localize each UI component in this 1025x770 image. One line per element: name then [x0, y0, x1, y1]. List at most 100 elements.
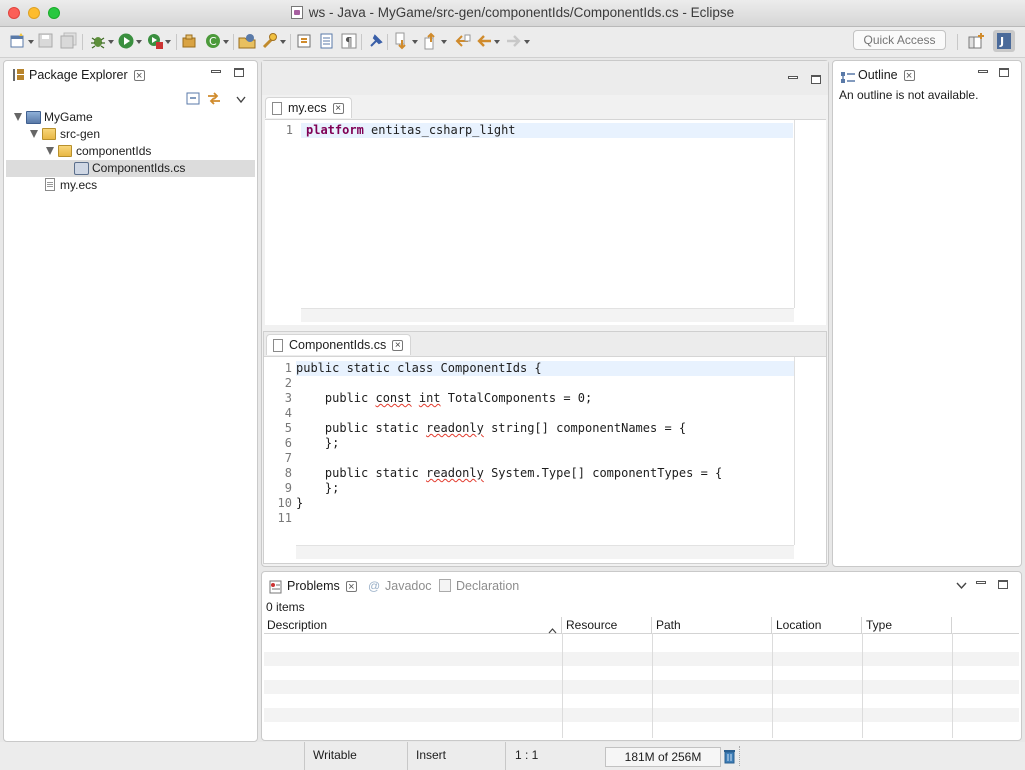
show-whitespace-icon[interactable]: ¶	[340, 32, 358, 50]
tree-item-my-ecs[interactable]: my.ecs	[4, 177, 257, 194]
line-number: 6	[284, 436, 292, 450]
tab-javadoc[interactable]: @ Javadoc	[364, 575, 438, 597]
code-line: 10}	[264, 496, 794, 511]
horizontal-scrollbar[interactable]	[301, 308, 794, 322]
tab-outline[interactable]: Outline ×	[837, 64, 918, 86]
next-annotation-icon[interactable]	[393, 32, 418, 50]
garbage-collect-trash-icon[interactable]	[723, 748, 736, 764]
tab-problems[interactable]: Problems ×	[266, 575, 360, 597]
heap-status[interactable]: 181M of 256M	[605, 747, 721, 767]
save-all-icon[interactable]	[60, 32, 78, 50]
java-perspective-icon[interactable]: J	[993, 30, 1015, 52]
editor-area: my.ecs × 1 platform entitas_csharp_light …	[261, 60, 829, 567]
toggle-ant-icon[interactable]	[296, 32, 314, 50]
back-icon[interactable]	[475, 32, 500, 50]
problems-icon	[269, 579, 282, 594]
new-class-icon[interactable]: C	[204, 32, 229, 50]
tab-declaration[interactable]: Declaration	[435, 575, 525, 597]
quick-access-input[interactable]	[853, 30, 946, 50]
column-header-label: Description	[267, 618, 328, 632]
tab-label: my.ecs	[288, 101, 327, 115]
tree-item-src-gen[interactable]: src-gen	[4, 126, 257, 143]
code-token: public static class ComponentIds {	[296, 361, 542, 375]
horizontal-scrollbar[interactable]	[296, 545, 794, 559]
debug-icon[interactable]	[89, 32, 114, 50]
editor-componentids-cs: ComponentIds.cs × 1 public static class C…	[263, 331, 827, 564]
tree-item-componentids-cs[interactable]: ComponentIds.cs	[6, 160, 255, 177]
table-row	[264, 680, 1019, 694]
line-number: 7	[284, 451, 292, 465]
tree-item-label: MyGame	[44, 110, 93, 124]
column-header-type[interactable]: Type	[863, 617, 952, 633]
column-header-description[interactable]: Description	[264, 617, 562, 634]
expand-twisty-icon[interactable]	[46, 147, 54, 155]
collapse-all-icon[interactable]	[186, 92, 200, 105]
run-icon[interactable]	[117, 32, 142, 50]
line-number: 8	[284, 466, 292, 480]
code-line: 7	[264, 451, 794, 466]
tab-componentids-cs[interactable]: ComponentIds.cs ×	[266, 334, 412, 355]
minimize-view-button[interactable]	[976, 581, 986, 584]
tree-item-mygame[interactable]: MyGame	[4, 109, 257, 126]
maximize-editor-area-button[interactable]	[811, 75, 821, 84]
close-icon[interactable]: ×	[392, 340, 404, 351]
code-line: 1 platform entitas_csharp_light	[265, 123, 793, 138]
save-icon[interactable]	[37, 32, 55, 50]
open-perspective-icon[interactable]	[967, 32, 985, 50]
close-icon[interactable]: ×	[332, 103, 344, 114]
window-title: ws - Java - MyGame/src-gen/componentIds/…	[308, 5, 735, 20]
maximize-view-button[interactable]	[999, 68, 1009, 77]
mark-occurrences-icon[interactable]	[318, 32, 336, 50]
minimize-view-button[interactable]	[978, 70, 988, 73]
maximize-view-button[interactable]	[234, 68, 244, 77]
view-menu-chevron-down-icon[interactable]	[956, 579, 967, 590]
column-header-path[interactable]: Path	[653, 617, 772, 633]
table-row	[264, 652, 1019, 666]
maximize-view-button[interactable]	[998, 580, 1008, 589]
outline-title: Outline	[858, 68, 898, 82]
csharp-file-icon	[74, 162, 89, 175]
outline-panel: Outline × An outline is not available.	[832, 60, 1022, 567]
minimize-view-button[interactable]	[211, 70, 221, 73]
expand-twisty-icon[interactable]	[14, 113, 22, 121]
link-with-editor-icon[interactable]	[206, 91, 222, 106]
tab-label: ComponentIds.cs	[289, 338, 387, 352]
pin-icon[interactable]	[367, 32, 385, 50]
code-text: }	[296, 496, 303, 511]
tab-my-ecs[interactable]: my.ecs ×	[265, 97, 352, 118]
previous-annotation-icon[interactable]	[422, 32, 447, 50]
tab-package-explorer[interactable]: Package Explorer ×	[8, 64, 148, 86]
spelling-warning-token: int	[418, 391, 441, 405]
close-icon[interactable]: ×	[345, 581, 357, 593]
line-number: 9	[284, 481, 292, 495]
text-file-icon	[272, 102, 282, 115]
new-icon[interactable]	[9, 32, 34, 50]
column-header-location[interactable]: Location	[773, 617, 862, 633]
external-tools-icon[interactable]	[146, 32, 171, 50]
search-icon[interactable]	[261, 32, 286, 50]
open-type-icon[interactable]	[238, 32, 256, 50]
tree-item-componentids[interactable]: componentIds	[4, 143, 257, 160]
code-line: 9 };	[264, 481, 794, 496]
close-icon[interactable]: ×	[133, 70, 145, 82]
close-icon[interactable]: ×	[903, 70, 915, 82]
line-number: 1	[284, 361, 292, 375]
last-edit-icon[interactable]	[453, 32, 471, 50]
editor-componentids-text-area[interactable]: 1 public static class ComponentIds {2 3 pu…	[264, 356, 826, 563]
new-package-icon[interactable]	[181, 32, 199, 50]
line-number: 10	[277, 496, 292, 510]
column-header-resource[interactable]: Resource	[563, 617, 652, 633]
code-text: platform entitas_csharp_light	[306, 123, 516, 138]
folder-icon	[42, 128, 56, 140]
problems-item-count: 0 items	[266, 600, 305, 614]
package-explorer-panel: Package Explorer × MyGame src-gen compon…	[3, 60, 258, 742]
forward-icon[interactable]	[505, 32, 530, 50]
code-text: };	[296, 481, 339, 496]
eclipse-workspace-icon	[290, 6, 303, 19]
view-menu-chevron-down-icon[interactable]	[236, 93, 246, 104]
minimize-editor-area-button[interactable]	[788, 76, 798, 79]
code-text: public static class ComponentIds {	[296, 361, 542, 376]
spelling-warning-token: readonly	[426, 421, 484, 435]
expand-twisty-icon[interactable]	[30, 130, 38, 138]
editor-my-ecs-text-area[interactable]: 1 platform entitas_csharp_light	[265, 119, 826, 325]
